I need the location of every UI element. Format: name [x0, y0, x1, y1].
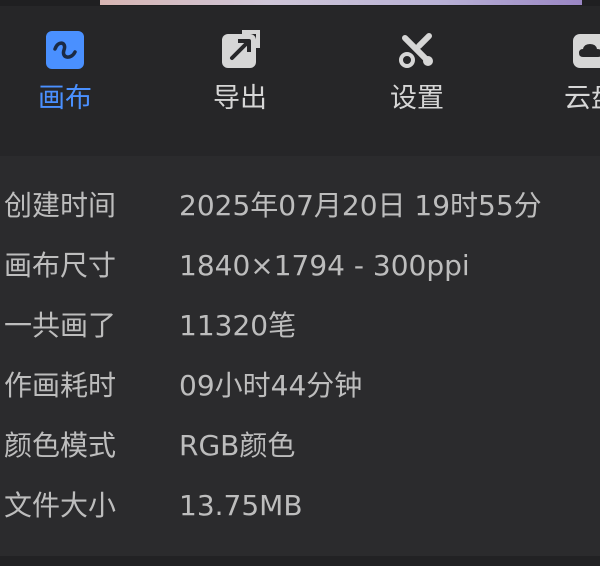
info-row-color-mode: 颜色模式 RGB颜色	[0, 426, 600, 466]
tab-settings[interactable]: 设置	[362, 30, 472, 140]
info-key: 画布尺寸	[4, 249, 117, 282]
tab-export[interactable]: 导出	[185, 30, 295, 140]
info-value: 09小时44分钟	[179, 369, 363, 402]
info-key: 一共画了	[4, 309, 117, 342]
info-value: 1840×1794 - 300ppi	[179, 249, 470, 282]
settings-icon	[399, 33, 433, 68]
canvas-icon	[46, 31, 84, 69]
tab-settings-label: 设置	[390, 83, 444, 114]
artwork-info-panel: 画布 导出 设置 云盘	[0, 0, 600, 566]
tab-cloud-drive[interactable]: 云盘	[536, 30, 600, 140]
info-value: RGB颜色	[179, 429, 296, 462]
info-row-canvas-size: 画布尺寸 1840×1794 - 300ppi	[0, 246, 600, 286]
info-value: 11320笔	[179, 309, 297, 342]
info-key: 文件大小	[4, 489, 117, 522]
tab-bar: 画布 导出 设置 云盘	[0, 6, 600, 156]
info-key: 颜色模式	[4, 429, 117, 462]
info-key: 创建时间	[4, 189, 117, 222]
tab-canvas-label: 画布	[38, 83, 92, 114]
tab-canvas[interactable]: 画布	[10, 30, 120, 140]
tab-cloud-drive-label: 云盘	[564, 83, 600, 114]
info-value: 13.75MB	[179, 489, 303, 522]
info-row-created-time: 创建时间 2025年07月20日 19时55分	[0, 186, 600, 226]
info-value: 2025年07月20日 19时55分	[179, 189, 542, 222]
artwork-info-list: 创建时间 2025年07月20日 19时55分 画布尺寸 1840×1794 -…	[0, 156, 600, 556]
cloud-drive-icon	[573, 34, 600, 68]
info-row-file-size: 文件大小 13.75MB	[0, 486, 600, 526]
info-key: 作画耗时	[4, 369, 117, 402]
info-row-stroke-count: 一共画了 11320笔	[0, 306, 600, 346]
export-icon	[222, 30, 260, 68]
artwork-thumbnail	[100, 0, 582, 5]
info-row-drawing-time: 作画耗时 09小时44分钟	[0, 366, 600, 406]
panel-bottom-edge	[0, 556, 600, 566]
tab-export-label: 导出	[213, 83, 267, 114]
